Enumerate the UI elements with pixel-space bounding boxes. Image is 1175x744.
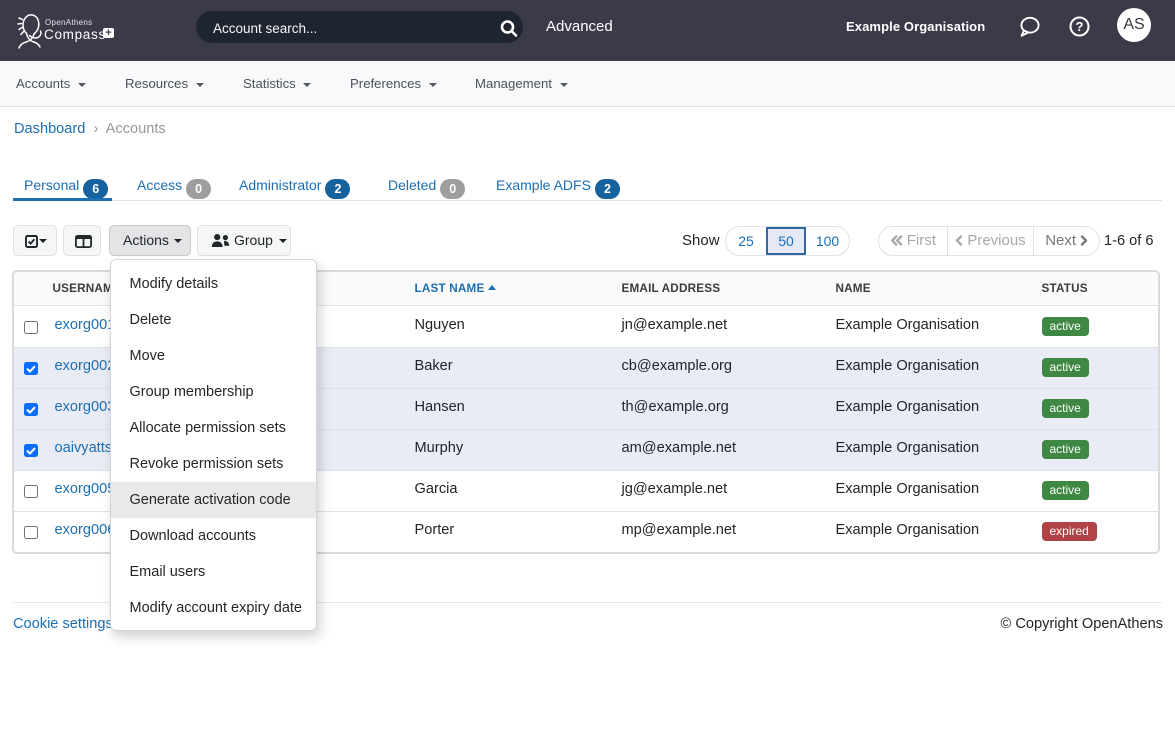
svg-text:?: ? — [1076, 19, 1084, 34]
